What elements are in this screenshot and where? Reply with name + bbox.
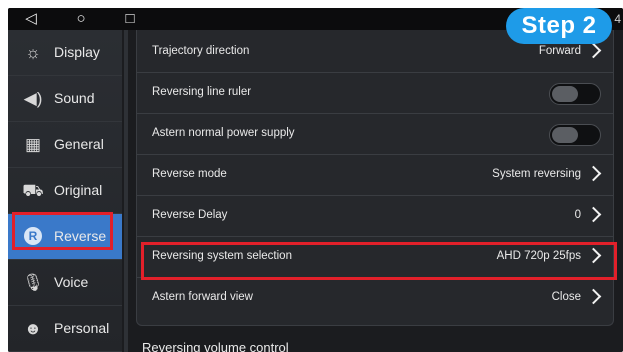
row-label: Astern forward view: [152, 291, 253, 303]
highlight-box-system-selection: [141, 242, 617, 280]
step-badge: Step 2: [506, 8, 612, 44]
speaker-icon: ◀): [23, 89, 43, 108]
sidebar-item-voice[interactable]: 🎙 Voice: [8, 260, 122, 306]
head-unit-screen: ◁ ○ □ 4 ☼ Display ◀) Sound ▦ General ⛟ O…: [8, 8, 623, 352]
section-heading: Reversing volume control: [142, 340, 289, 352]
sidebar-item-label: Personal: [54, 320, 110, 336]
sidebar-item-original[interactable]: ⛟ Original: [8, 168, 122, 214]
toggle-knob: [552, 127, 578, 143]
row-reverse-mode[interactable]: Reverse mode System reversing: [137, 155, 613, 196]
clock: 4: [614, 12, 621, 26]
row-label: Astern normal power supply: [152, 127, 295, 139]
row-reversing-line-ruler: Reversing line ruler: [137, 73, 613, 114]
recent-apps-icon[interactable]: □: [121, 11, 139, 27]
sidebar-item-label: Voice: [54, 274, 89, 290]
reverse-settings-panel: Trajectory direction Forward Reversing l…: [136, 30, 614, 326]
row-value: System reversing: [492, 168, 581, 180]
reversing-line-ruler-toggle[interactable]: [549, 83, 601, 105]
row-value: Close: [551, 291, 581, 303]
row-label: Reverse mode: [152, 168, 227, 180]
toggle-knob: [552, 86, 578, 102]
settings-sidebar: ☼ Display ◀) Sound ▦ General ⛟ Original …: [8, 30, 122, 352]
sidebar-item-display[interactable]: ☼ Display: [8, 30, 122, 76]
person-icon: ☻: [24, 319, 42, 338]
sidebar-item-personal[interactable]: ☻ Personal: [8, 306, 122, 352]
row-astern-forward-view[interactable]: Astern forward view Close: [137, 278, 613, 318]
sidebar-item-label: Original: [54, 182, 103, 198]
row-reverse-delay[interactable]: Reverse Delay 0: [137, 196, 613, 237]
row-value: 0: [574, 209, 581, 221]
microphone-icon: 🎙: [22, 273, 44, 292]
row-label: Reverse Delay: [152, 209, 228, 221]
sidebar-item-label: Sound: [54, 90, 95, 106]
sidebar-item-general[interactable]: ▦ General: [8, 122, 122, 168]
back-icon[interactable]: ◁: [22, 11, 40, 27]
car-icon: ⛟: [22, 181, 44, 200]
settings-content: Trajectory direction Forward Reversing l…: [122, 30, 623, 352]
chevron-right-icon: [585, 206, 602, 223]
chevron-right-icon: [585, 42, 602, 59]
row-value: Forward: [538, 45, 581, 57]
sun-icon: ☼: [25, 43, 41, 62]
home-icon[interactable]: ○: [72, 11, 90, 27]
sidebar-item-sound[interactable]: ◀) Sound: [8, 76, 122, 122]
astern-power-supply-toggle[interactable]: [549, 124, 601, 146]
scrollbar-track: [124, 30, 128, 352]
row-label: Trajectory direction: [152, 45, 250, 57]
highlight-box-reverse: [12, 212, 113, 250]
grid-icon: ▦: [24, 135, 42, 154]
row-label: Reversing line ruler: [152, 86, 252, 98]
chevron-right-icon: [585, 288, 602, 305]
sidebar-item-label: General: [54, 136, 104, 152]
row-astern-normal-power-supply: Astern normal power supply: [137, 114, 613, 155]
chevron-right-icon: [585, 165, 602, 182]
sidebar-item-label: Display: [54, 44, 100, 60]
